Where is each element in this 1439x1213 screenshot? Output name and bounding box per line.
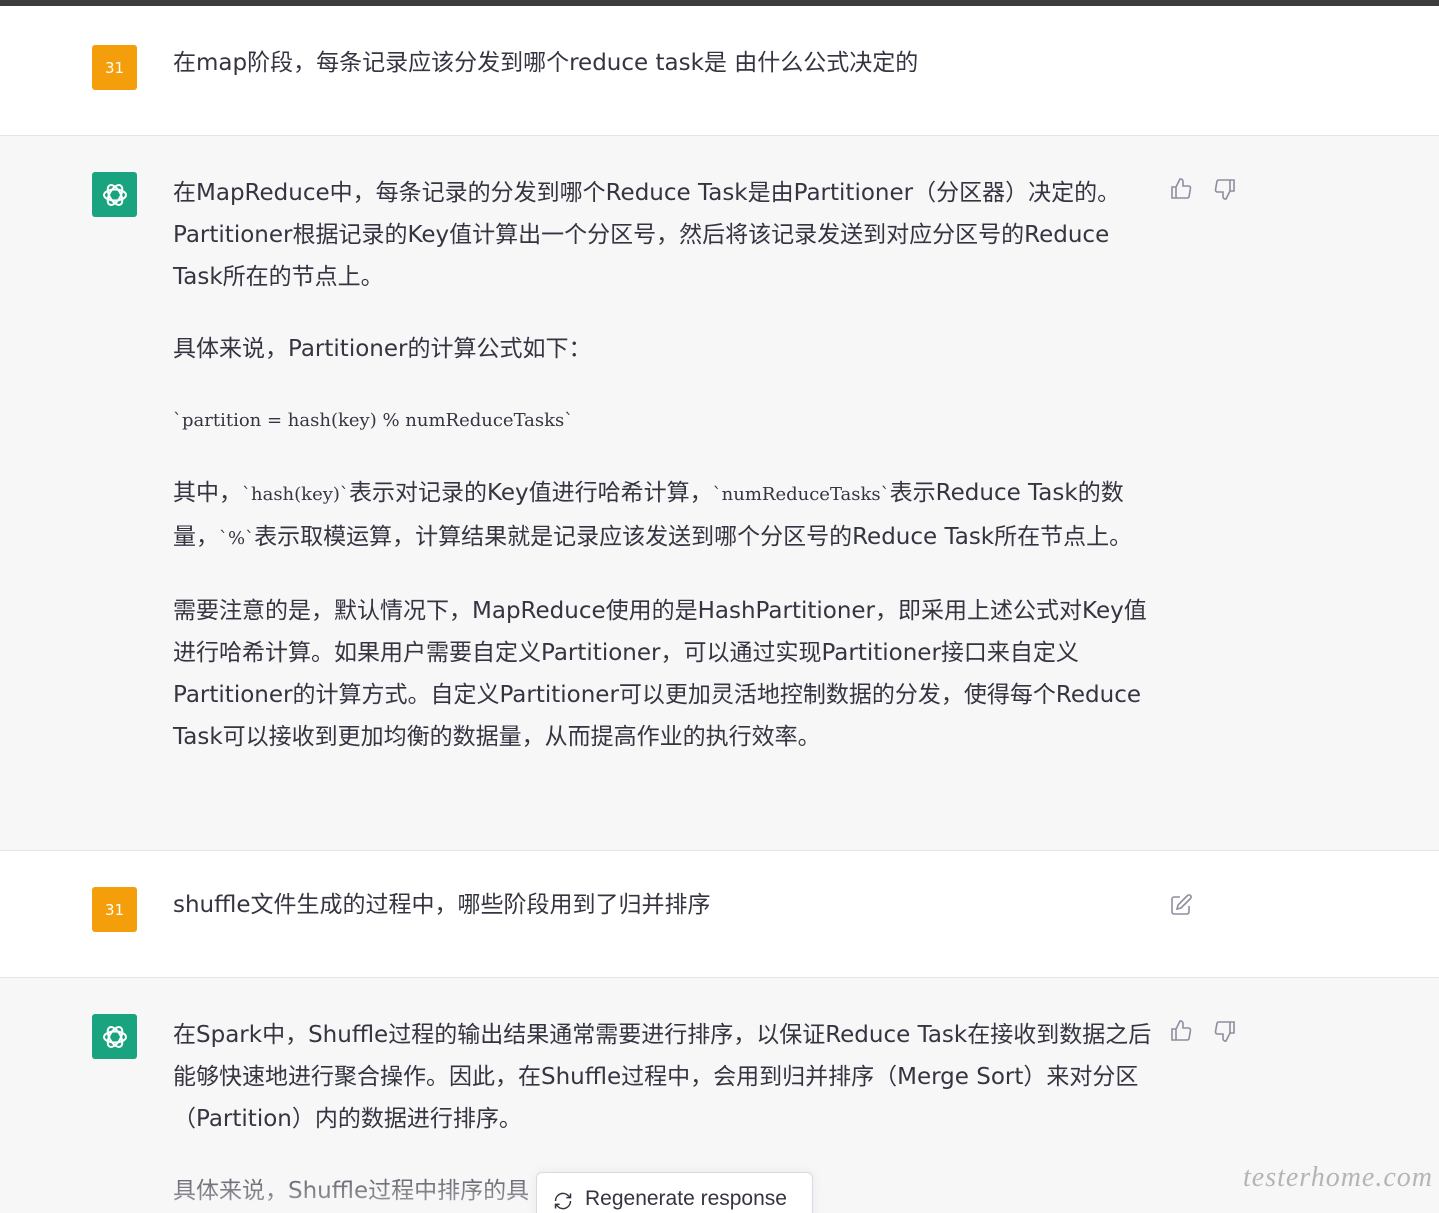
user-avatar-label: 31 xyxy=(104,900,125,919)
text-segment: 其中， xyxy=(173,480,242,506)
thumbs-down-icon[interactable] xyxy=(1212,176,1238,202)
text-segment: 表示取模运算，计算结果就是记录应该发送到哪个分区号的Reduce Task所在节… xyxy=(254,524,1133,550)
assistant-paragraph: 具体来说，Partitioner的计算公式如下： xyxy=(173,336,592,362)
site-watermark: testerhome.com xyxy=(1243,1162,1433,1193)
assistant-message-body: 在MapReduce中，每条记录的分发到哪个Reduce Task是由Parti… xyxy=(173,172,1158,758)
refresh-icon xyxy=(554,1192,572,1210)
feedback-actions xyxy=(1168,176,1238,202)
assistant-avatar xyxy=(92,1014,137,1059)
assistant-message: 在MapReduce中，每条记录的分发到哪个Reduce Task是由Parti… xyxy=(0,136,1439,851)
user-message: 31 在map阶段，每条记录应该分发到哪个reduce task是 由什么公式决… xyxy=(0,6,1439,136)
formula-code: `partition = hash(key) % numReduceTasks` xyxy=(173,410,574,431)
user-message-text: 在map阶段，每条记录应该分发到哪个reduce task是 由什么公式决定的 xyxy=(173,50,919,76)
user-message: 31 shuffle文件生成的过程中，哪些阶段用到了归并排序 xyxy=(0,851,1439,978)
regenerate-response-button[interactable]: Regenerate response xyxy=(536,1172,813,1213)
assistant-paragraph: 其中，`hash(key)`表示对记录的Key值进行哈希计算，`numReduc… xyxy=(173,472,1158,560)
user-avatar: 31 xyxy=(92,45,137,90)
user-message-text: shuffle文件生成的过程中，哪些阶段用到了归并排序 xyxy=(173,892,711,918)
assistant-paragraph: 需要注意的是，默认情况下，MapReduce使用的是HashPartitione… xyxy=(173,598,1147,750)
message-actions xyxy=(1168,892,1194,918)
assistant-avatar xyxy=(92,172,137,217)
thumbs-up-icon[interactable] xyxy=(1168,1018,1194,1044)
openai-logo-icon xyxy=(102,1025,127,1048)
openai-logo-icon xyxy=(102,183,127,206)
feedback-actions xyxy=(1168,1018,1238,1044)
assistant-paragraph: 在Spark中，Shuffle过程的输出结果通常需要进行排序，以保证Reduce… xyxy=(173,1022,1152,1132)
regenerate-label: Regenerate response xyxy=(585,1187,787,1210)
text-segment: 表示对记录的Key值进行哈希计算， xyxy=(348,480,713,506)
user-avatar: 31 xyxy=(92,887,137,932)
inline-code: `numReduceTasks` xyxy=(712,484,890,505)
thumbs-down-icon[interactable] xyxy=(1212,1018,1238,1044)
user-avatar-label: 31 xyxy=(104,58,125,77)
inline-code: `%` xyxy=(219,528,255,549)
inline-code: `hash(key)` xyxy=(242,484,349,505)
thumbs-up-icon[interactable] xyxy=(1168,176,1194,202)
edit-icon[interactable] xyxy=(1168,892,1194,918)
assistant-paragraph: 在MapReduce中，每条记录的分发到哪个Reduce Task是由Parti… xyxy=(173,180,1121,290)
